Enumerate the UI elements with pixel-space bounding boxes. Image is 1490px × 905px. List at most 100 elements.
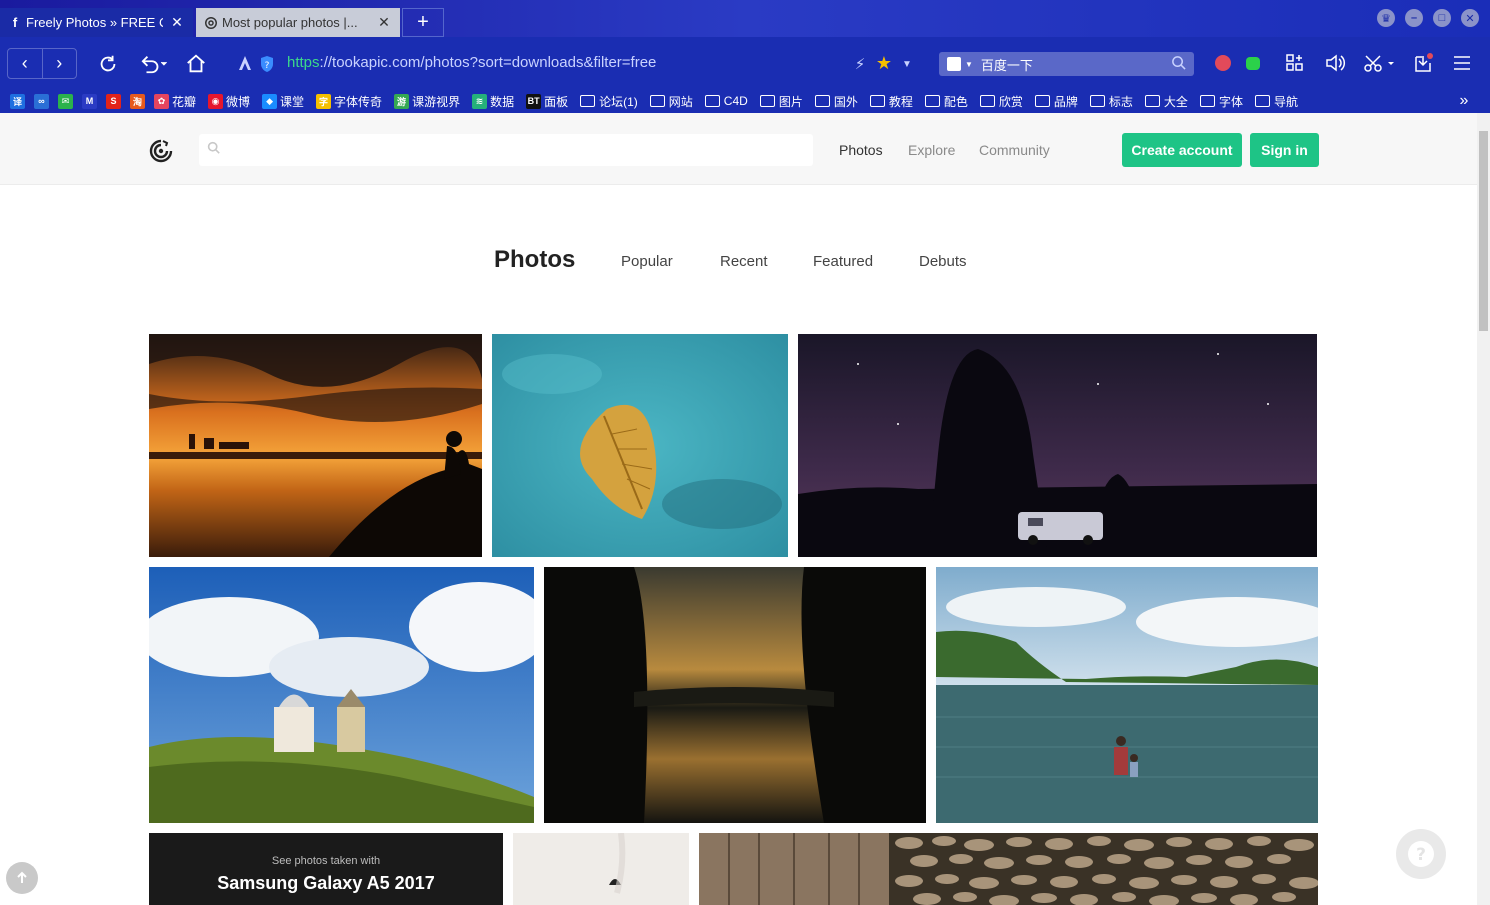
bookmark-favicon-icon: BT [526,93,542,109]
bookmark-item[interactable]: 淘 [130,93,148,109]
bookmark-folder[interactable]: 论坛(1) [580,93,638,110]
photo-snow-texture[interactable] [513,833,689,905]
bookmark-folder[interactable]: 导航 [1254,93,1298,110]
photo-hilltop-chapel[interactable] [149,567,534,823]
address-bar[interactable]: https://tookapic.com/photos?sort=downloa… [287,54,656,71]
nav-community[interactable]: Community [979,142,1050,158]
subnav-featured[interactable]: Featured [813,253,873,270]
site-search-input[interactable] [199,134,813,166]
security-shield-icon[interactable]: ? [258,54,276,74]
bookmarks-bar: 译 ∞ ✉ M S 淘 ✿ 花瓣 ◉ 微博 ◆ 课堂字字体传奇游课游视界 ≋ 数据 BT 面板 论坛(1) 网站 C… [0,89,1490,113]
search-engine-box[interactable]: ▼ 百度一下 [939,52,1194,76]
extension-red-icon[interactable] [1212,52,1234,74]
bookmark-item[interactable]: ∞ [34,93,52,109]
sign-in-button[interactable]: Sign in [1250,133,1319,167]
engine-dropdown-icon[interactable]: ▼ [965,60,973,69]
help-button[interactable]: ? [1396,829,1446,879]
subnav-recent[interactable]: Recent [720,253,768,270]
folder-label: C4D [723,94,748,108]
bookmark-item[interactable]: M [82,93,100,109]
back-icon[interactable]: ‹ [8,49,43,78]
maximize-icon[interactable]: □ [1433,9,1451,27]
promo-device: Samsung Galaxy A5 2017 [217,873,435,893]
menu-icon[interactable] [1451,52,1473,74]
bookmark-item[interactable]: ✿ 花瓣 [154,93,196,110]
close-tab-icon[interactable]: ✕ [376,14,392,31]
bookmark-folder[interactable]: 字体 [1199,93,1243,110]
lightning-icon[interactable]: ⚡ [852,54,868,74]
subnav-debuts[interactable]: Debuts [919,253,967,270]
bookmark-folder[interactable]: C4D [704,94,748,108]
photo-autumn-leaf-water[interactable] [492,334,788,557]
bookmark-folder[interactable]: 配色 [924,93,968,110]
home-icon[interactable] [183,51,209,77]
photo-sunset-silhouette[interactable] [149,334,482,557]
bookmark-folder[interactable]: 图片 [759,93,803,110]
ad-block-icon[interactable] [236,54,254,74]
bookmark-favicon-icon: ≋ [472,93,488,109]
page-title: Photos [494,246,576,273]
new-tab-button[interactable]: + [402,8,444,37]
search-engine-icon[interactable] [947,57,961,71]
bookmark-item[interactable]: ◆ 课堂 [262,93,304,110]
folder-icon [1089,95,1105,107]
search-icon [207,141,220,159]
nav-explore[interactable]: Explore [908,142,955,158]
tab-bar: f Freely Photos » FREE C... ✕ Most popul… [0,0,1490,37]
apps-icon[interactable] [1284,52,1306,74]
photo-starry-night-van[interactable] [798,334,1317,557]
photo-wood-stones[interactable] [699,833,1318,905]
scroll-to-top-button[interactable] [6,862,38,894]
bookmark-item[interactable]: S [106,93,124,109]
bookmark-folder[interactable]: 网站 [649,93,693,110]
photo-father-son-lake[interactable] [936,567,1318,823]
favorite-star-icon[interactable]: ★ [874,52,894,74]
bookmark-item[interactable]: ≋ 数据 [472,93,514,110]
svg-text:?: ? [265,61,270,71]
freely-favicon-icon: f [12,15,18,30]
extension-green-icon[interactable] [1242,52,1264,74]
bookmark-folder[interactable]: 标志 [1089,93,1133,110]
search-icon[interactable] [1171,55,1186,73]
scrollbar-thumb[interactable] [1479,131,1488,331]
tab-freely-photos[interactable]: f Freely Photos » FREE C... ✕ [0,8,193,37]
camera-promo-card[interactable]: See photos taken with Samsung Galaxy A5 … [149,833,503,905]
url-path: ://tookapic.com/photos?sort=downloads&fi… [319,54,657,71]
bookmark-item[interactable]: ◉ 微博 [208,93,250,110]
close-window-icon[interactable]: ✕ [1461,9,1479,27]
skin-icon[interactable]: ♛ [1377,9,1395,27]
bookmark-item[interactable]: 字字体传奇 [316,93,382,110]
folder-label: 教程 [888,94,913,109]
dropdown-arrow-icon[interactable]: ▼ [900,54,914,74]
undo-close-icon[interactable] [134,51,170,77]
folder-label: 图片 [778,94,803,109]
bookmark-favicon-icon: 字 [316,93,332,109]
folder-label: 国外 [833,94,858,109]
bookmark-item[interactable]: 译 [10,93,28,109]
create-account-button[interactable]: Create account [1122,133,1242,167]
tab-most-popular-photos[interactable]: Most popular photos |... ✕ [196,8,400,37]
more-bookmarks-icon[interactable]: » [1454,89,1474,113]
reload-icon[interactable] [95,51,121,77]
bookmark-folder[interactable]: 国外 [814,93,858,110]
bookmark-folder[interactable]: 教程 [869,93,913,110]
volume-icon[interactable] [1323,52,1347,74]
bookmark-item[interactable]: BT 面板 [526,93,568,110]
download-icon[interactable] [1411,51,1435,75]
minimize-icon[interactable]: – [1405,9,1423,27]
close-tab-icon[interactable]: ✕ [169,14,185,31]
bookmark-folder[interactable]: 大全 [1144,93,1188,110]
bookmark-item[interactable]: ✉ [58,93,76,109]
page-scrollbar[interactable] [1477,113,1490,905]
screenshot-scissors-icon[interactable] [1362,52,1396,74]
bookmark-folder[interactable]: 品牌 [1034,93,1078,110]
forward-icon[interactable]: › [43,49,77,78]
folder-icon [924,95,940,107]
bookmark-label: 面板 [544,94,569,109]
photo-lake-reflection[interactable] [544,567,926,823]
bookmark-folder[interactable]: 欣赏 [979,93,1023,110]
tookapic-logo-icon[interactable] [149,139,173,163]
subnav-popular[interactable]: Popular [621,253,673,270]
nav-photos[interactable]: Photos [839,142,883,158]
bookmark-item[interactable]: 游课游视界 [394,93,460,110]
